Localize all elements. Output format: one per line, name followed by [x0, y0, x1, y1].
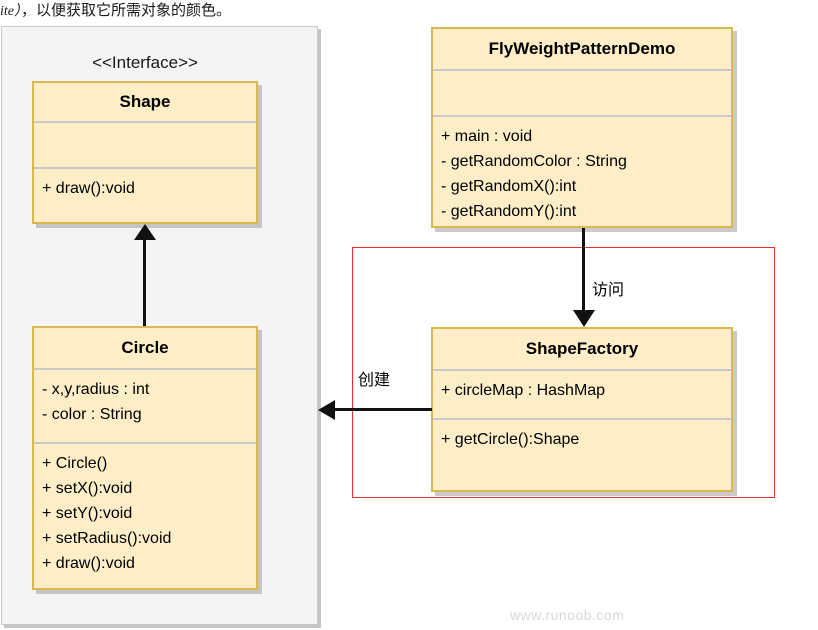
class-name-shapefactory: ShapeFactory	[525, 339, 639, 358]
member-line: + setY():void	[42, 505, 133, 522]
member-line: + Circle()	[42, 455, 108, 472]
member-line: - getRandomX():int	[441, 178, 577, 195]
edge-label-create: 创建	[358, 372, 391, 389]
member-line: - getRandomY():int	[441, 203, 577, 220]
methods-compartment-circle: + Circle() + setX():void + setY():void +…	[34, 444, 256, 580]
access-arrowhead-icon	[573, 310, 595, 327]
member-line: - x,y,radius : int	[42, 381, 150, 398]
access-connector-line	[582, 228, 585, 314]
interface-stereotype-label: <<Interface>>	[92, 53, 198, 72]
member-line: + main : void	[441, 128, 533, 145]
class-name-shape: Shape	[119, 92, 171, 111]
member-line: - color : String	[42, 406, 142, 423]
methods-compartment-shapefactory: + getCircle():Shape	[433, 420, 731, 456]
attributes-compartment-shape	[34, 123, 256, 167]
member-line: - getRandomColor : String	[441, 153, 627, 170]
class-box-circle[interactable]: Circle - x,y,radius : int - color : Stri…	[32, 326, 258, 590]
member-line: + draw():void	[42, 180, 135, 197]
member-line: + draw():void	[42, 555, 135, 572]
attributes-compartment-flyweightpatterndemo	[433, 71, 731, 115]
create-arrowhead-icon	[318, 400, 335, 420]
class-box-shapefactory[interactable]: ShapeFactory + circleMap : HashMap + get…	[431, 327, 733, 492]
methods-compartment-flyweightpatterndemo: + main : void - getRandomColor : String …	[433, 117, 731, 228]
site-watermark: www.runoob.com	[510, 607, 625, 623]
member-line: + setX():void	[42, 480, 133, 497]
inheritance-connector-line	[143, 234, 146, 326]
class-name-circle: Circle	[121, 338, 169, 357]
member-line: + circleMap : HashMap	[441, 382, 606, 399]
class-box-flyweightpatterndemo[interactable]: FlyWeightPatternDemo + main : void - get…	[431, 27, 733, 228]
member-line: + setRadius():void	[42, 530, 172, 547]
page-top-text: ite），以便获取它所需对象的颜色。	[0, 0, 818, 24]
top-text-italic-fragment: ite）	[0, 4, 21, 19]
create-connector-line	[333, 408, 432, 411]
class-box-shape[interactable]: Shape + draw():void	[32, 81, 258, 224]
member-line: + getCircle():Shape	[441, 431, 580, 448]
attributes-compartment-shapefactory: + circleMap : HashMap	[433, 371, 731, 418]
attributes-compartment-circle: - x,y,radius : int - color : String	[34, 370, 256, 442]
top-text-remainder: ，以便获取它所需对象的颜色。	[21, 2, 232, 19]
inheritance-arrowhead-icon	[134, 224, 156, 240]
edge-label-access: 访问	[592, 282, 625, 299]
class-name-flyweightpatterndemo: FlyWeightPatternDemo	[488, 39, 676, 58]
methods-compartment-shape: + draw():void	[34, 169, 256, 205]
